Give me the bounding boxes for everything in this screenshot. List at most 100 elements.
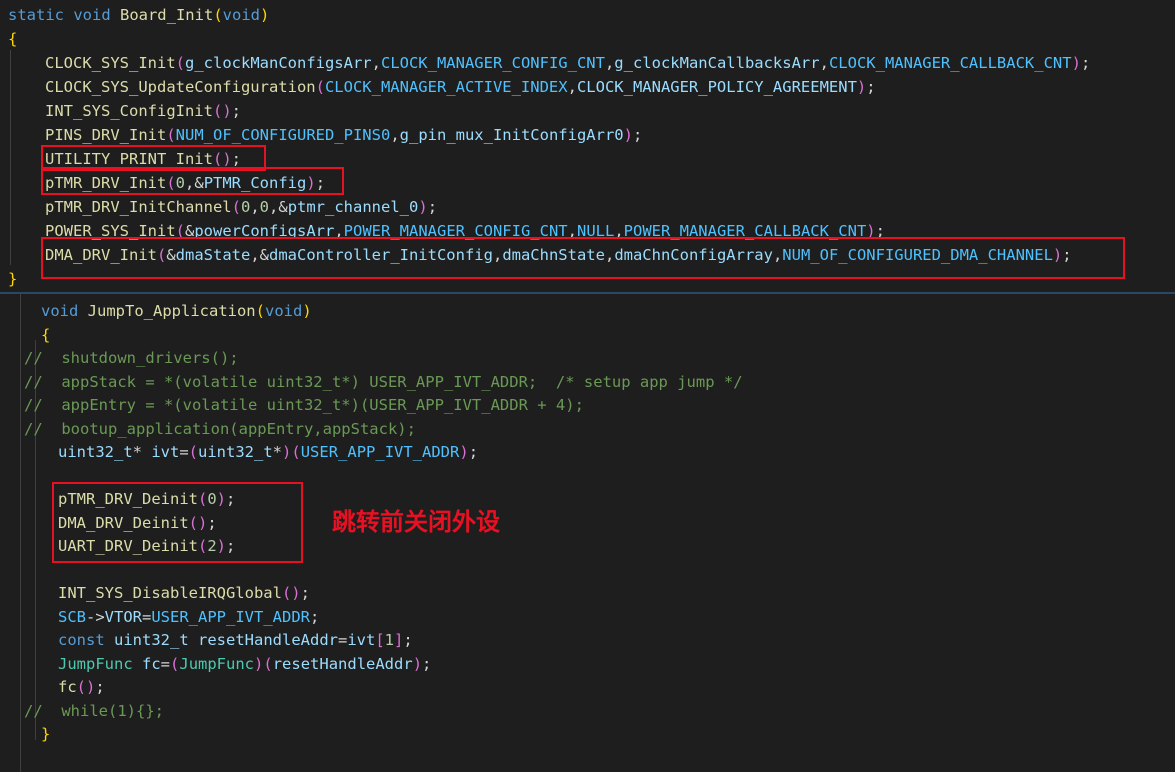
- code-token: CLOCK_MANAGER_POLICY_AGREEMENT: [576, 78, 857, 96]
- code-line[interactable]: fc();: [58, 677, 105, 697]
- code-token: (: [315, 78, 325, 96]
- code-token: ): [459, 443, 469, 461]
- code-token: const: [58, 631, 114, 649]
- code-token: ]: [394, 631, 404, 649]
- code-line[interactable]: static void Board_Init(void): [8, 5, 269, 25]
- code-token: ): [282, 443, 292, 461]
- code-token: PINS_DRV_Init: [45, 126, 167, 144]
- code-token: ): [623, 126, 633, 144]
- code-line[interactable]: void JumpTo_Application(void): [41, 301, 312, 321]
- code-token: CLOCK_SYS_Init: [45, 54, 176, 72]
- code-token: 0: [259, 198, 270, 216]
- code-token: JumpFunc: [179, 654, 255, 673]
- code-token: }: [8, 270, 18, 288]
- code-token: (: [188, 443, 199, 461]
- code-line[interactable]: SCB->VTOR=USER_APP_IVT_ADDR;: [58, 607, 319, 627]
- code-token: void: [41, 302, 88, 320]
- code-token: ): [254, 654, 264, 673]
- code-token: ;: [1080, 54, 1091, 72]
- code-line[interactable]: // while(1){};: [24, 701, 164, 721]
- code-token: static void: [8, 6, 120, 24]
- code-token: USER_APP_IVT_ADDR: [300, 443, 460, 461]
- code-token: (: [170, 654, 180, 673]
- code-token: JumpTo_Application: [87, 302, 256, 320]
- code-token: (: [263, 654, 273, 673]
- code-token: pTMR_DRV_InitChannel: [45, 198, 232, 216]
- code-line[interactable]: CLOCK_SYS_UpdateConfiguration(CLOCK_MANA…: [45, 77, 876, 97]
- code-line[interactable]: // appEntry = *(volatile uint32_t*)(USER…: [24, 395, 584, 415]
- code-token: {: [41, 325, 51, 344]
- code-line[interactable]: // shutdown_drivers();: [24, 348, 239, 368]
- code-line[interactable]: INT_SYS_ConfigInit();: [45, 101, 241, 121]
- code-token: ): [418, 198, 428, 216]
- code-token: =: [160, 654, 171, 673]
- code-token: ,: [250, 198, 260, 216]
- code-token: =: [179, 443, 189, 461]
- code-token: (): [281, 584, 301, 602]
- highlight-box-ptmr-drv-init: [41, 167, 344, 195]
- code-token: // while(1){};: [24, 701, 164, 720]
- code-token: CLOCK_MANAGER_ACTIVE_INDEX: [324, 78, 568, 96]
- code-token: (: [291, 443, 301, 461]
- code-token: =: [142, 607, 152, 626]
- code-token: // appEntry = *(volatile uint32_t*)(USER…: [24, 396, 584, 414]
- code-token: JumpFunc: [58, 654, 133, 673]
- code-token: ,: [390, 126, 400, 144]
- code-line[interactable]: uint32_t* ivt=(uint32_t*)(USER_APP_IVT_A…: [58, 442, 478, 462]
- code-token: (: [255, 302, 265, 320]
- code-line[interactable]: }: [41, 724, 50, 744]
- code-token: VTOR: [104, 607, 142, 626]
- code-line[interactable]: JumpFunc fc=(JumpFunc)(resetHandleAddr);: [58, 654, 431, 674]
- code-token: (: [231, 198, 241, 216]
- code-line[interactable]: CLOCK_SYS_Init(g_clockManConfigsArr,CLOC…: [45, 53, 1090, 73]
- code-line[interactable]: {: [8, 29, 17, 49]
- editor-pane-jump-to-application[interactable]: void JumpTo_Application(void){// shutdow…: [0, 294, 1175, 772]
- code-token: ;: [95, 678, 105, 696]
- code-token: ,: [604, 54, 615, 72]
- code-token: (): [212, 102, 232, 120]
- code-token: CLOCK_SYS_UpdateConfiguration: [45, 78, 316, 96]
- code-token: ;: [632, 126, 643, 144]
- code-token: CLOCK_MANAGER_CALLBACK_CNT: [828, 54, 1072, 72]
- code-token: ): [856, 78, 867, 96]
- indent-guide: [20, 294, 21, 772]
- code-line[interactable]: {: [41, 325, 50, 345]
- code-token: }: [41, 725, 51, 743]
- code-token: ptmr_channel_0: [287, 198, 419, 216]
- code-line[interactable]: pTMR_DRV_InitChannel(0,0,&ptmr_channel_0…: [45, 197, 437, 217]
- code-token: // bootup_application(appEntry,appStack)…: [24, 419, 416, 438]
- code-token: ->: [86, 607, 105, 626]
- code-token: ,: [371, 54, 381, 72]
- code-token: (: [213, 6, 223, 24]
- code-line[interactable]: const uint32_t resetHandleAddr=ivt[1];: [58, 630, 413, 650]
- code-token: uint32_t: [114, 631, 189, 649]
- code-token: ,&: [269, 198, 288, 216]
- code-token: resetHandleAddr: [272, 654, 413, 673]
- code-line[interactable]: PINS_DRV_Init(NUM_OF_CONFIGURED_PINS0,g_…: [45, 125, 642, 145]
- code-token: (: [166, 126, 176, 144]
- code-token: {: [8, 30, 18, 48]
- code-line[interactable]: // bootup_application(appEntry,appStack)…: [24, 419, 416, 439]
- code-token: =: [337, 631, 348, 649]
- code-token: *: [132, 443, 152, 461]
- code-token: ;: [427, 198, 438, 216]
- code-token: ;: [231, 102, 241, 120]
- code-token: INT_SYS_ConfigInit: [45, 102, 213, 120]
- code-token: ivt: [347, 631, 376, 649]
- code-token: NUM_OF_CONFIGURED_PINS0: [175, 126, 391, 144]
- code-token: // appStack = *(volatile uint32_t*) USER…: [24, 372, 743, 391]
- code-line[interactable]: }: [8, 269, 17, 289]
- code-token: INT_SYS_DisableIRQGlobal: [58, 584, 282, 602]
- code-token: *: [272, 443, 283, 461]
- code-line[interactable]: INT_SYS_DisableIRQGlobal();: [58, 583, 310, 603]
- code-token: g_pin_mux_InitConfigArr0: [399, 126, 624, 144]
- code-token: ;: [309, 607, 320, 626]
- code-token: ,: [567, 78, 577, 96]
- code-token: (: [175, 54, 185, 72]
- code-token: void: [222, 6, 260, 24]
- editor-pane-board-init[interactable]: static void Board_Init(void) { CLOCK_SYS_I…: [0, 0, 1175, 292]
- code-line[interactable]: // appStack = *(volatile uint32_t*) USER…: [24, 372, 743, 392]
- code-token: resetHandleAddr: [198, 631, 338, 649]
- highlight-box-deinit-calls: [52, 482, 303, 563]
